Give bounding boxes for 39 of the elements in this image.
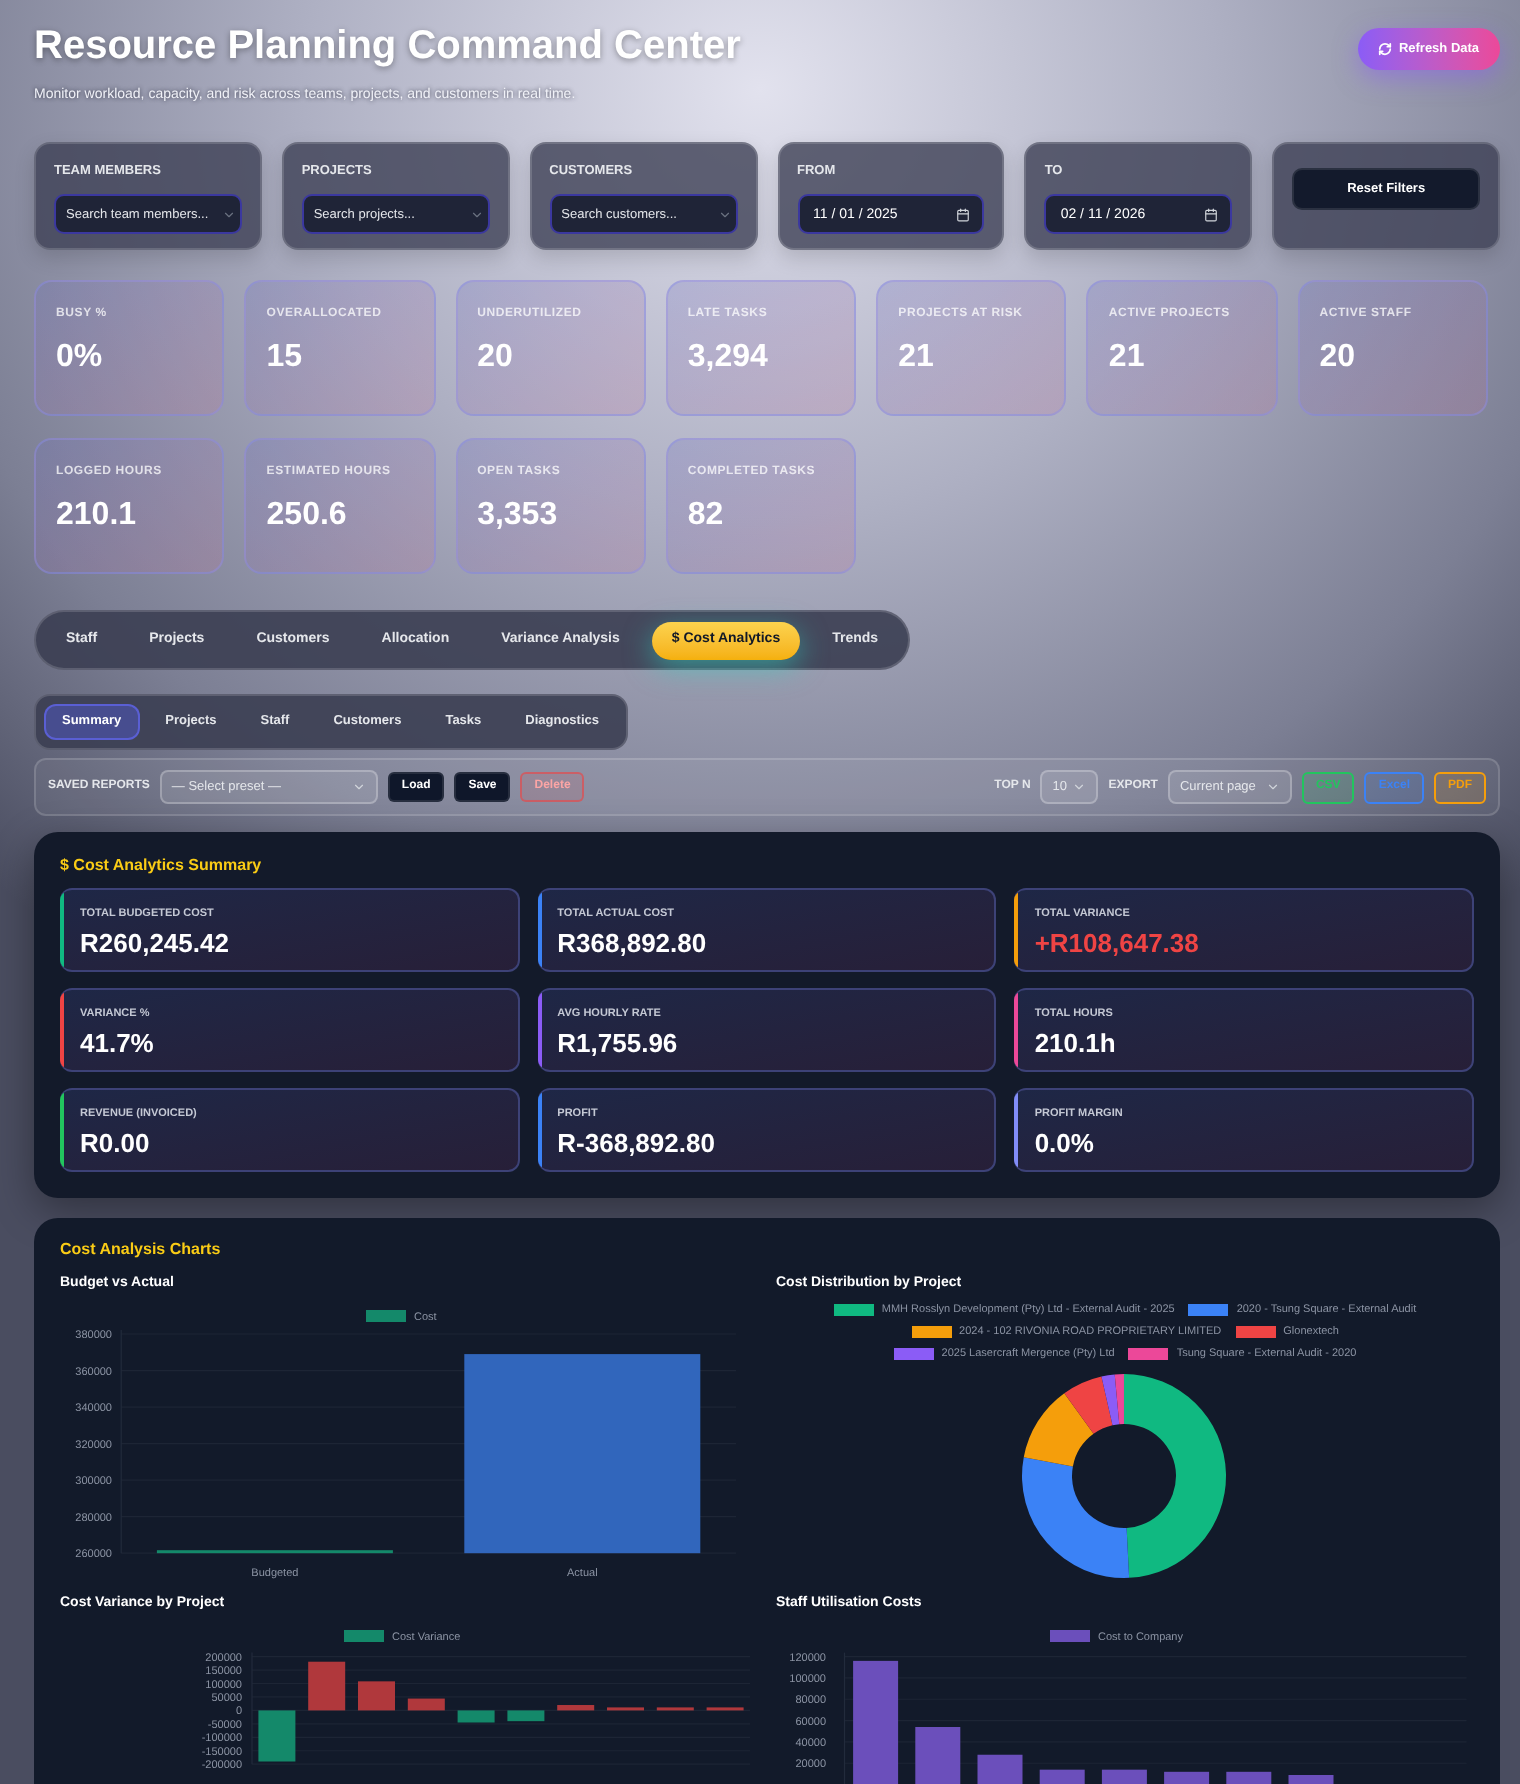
kpi-value: 210.1 [56, 496, 137, 536]
kpi-value: 82 [687, 496, 724, 536]
metric-value: R0.00 [80, 1128, 150, 1160]
metric-value: R-368,892.80 [557, 1128, 715, 1160]
chevron-down-icon [717, 207, 731, 221]
calendar-icon [956, 207, 971, 221]
cost-bar [1226, 1771, 1272, 1784]
kpi-value: 15 [266, 338, 303, 378]
chevron-down-icon [1072, 780, 1087, 794]
metric-value: R1,755.96 [557, 1028, 678, 1060]
cost-bar [1164, 1771, 1210, 1784]
cost-bar [977, 1754, 1023, 1784]
cost-bar [915, 1727, 961, 1784]
metric-value: 0.0% [1034, 1128, 1094, 1160]
panel-title: $ Cost Analytics Summary [60, 856, 262, 876]
kpi-value: 250.6 [266, 496, 347, 536]
metric-value: +R108,647.38 [1034, 928, 1199, 960]
metric-value: R260,245.42 [80, 928, 229, 960]
refresh-icon [1378, 42, 1393, 56]
kpi-value: 21 [1108, 338, 1145, 378]
cost-bar [1039, 1769, 1085, 1784]
metric-value: R368,892.80 [557, 928, 707, 960]
chevron-down-icon [1265, 780, 1280, 794]
metric-value: 210.1h [1034, 1028, 1116, 1060]
kpi-value: 20 [477, 338, 513, 378]
chevron-down-icon [221, 207, 236, 221]
kpi-value: 3,353 [477, 496, 558, 536]
chevron-down-icon [351, 780, 366, 794]
metric-value: 41.7% [80, 1028, 154, 1060]
chevron-down-icon [469, 207, 484, 221]
cost-bar [1288, 1775, 1334, 1784]
calendar-icon [1204, 207, 1219, 221]
kpi-value: 3,294 [687, 338, 768, 378]
cost-bar [1101, 1769, 1147, 1784]
panel-title: Cost Analysis Charts [60, 1240, 221, 1260]
kpi-value: 0% [56, 338, 103, 378]
kpi-value: 20 [1319, 338, 1355, 378]
kpi-value: 21 [898, 338, 934, 378]
cost-bar [853, 1660, 899, 1784]
